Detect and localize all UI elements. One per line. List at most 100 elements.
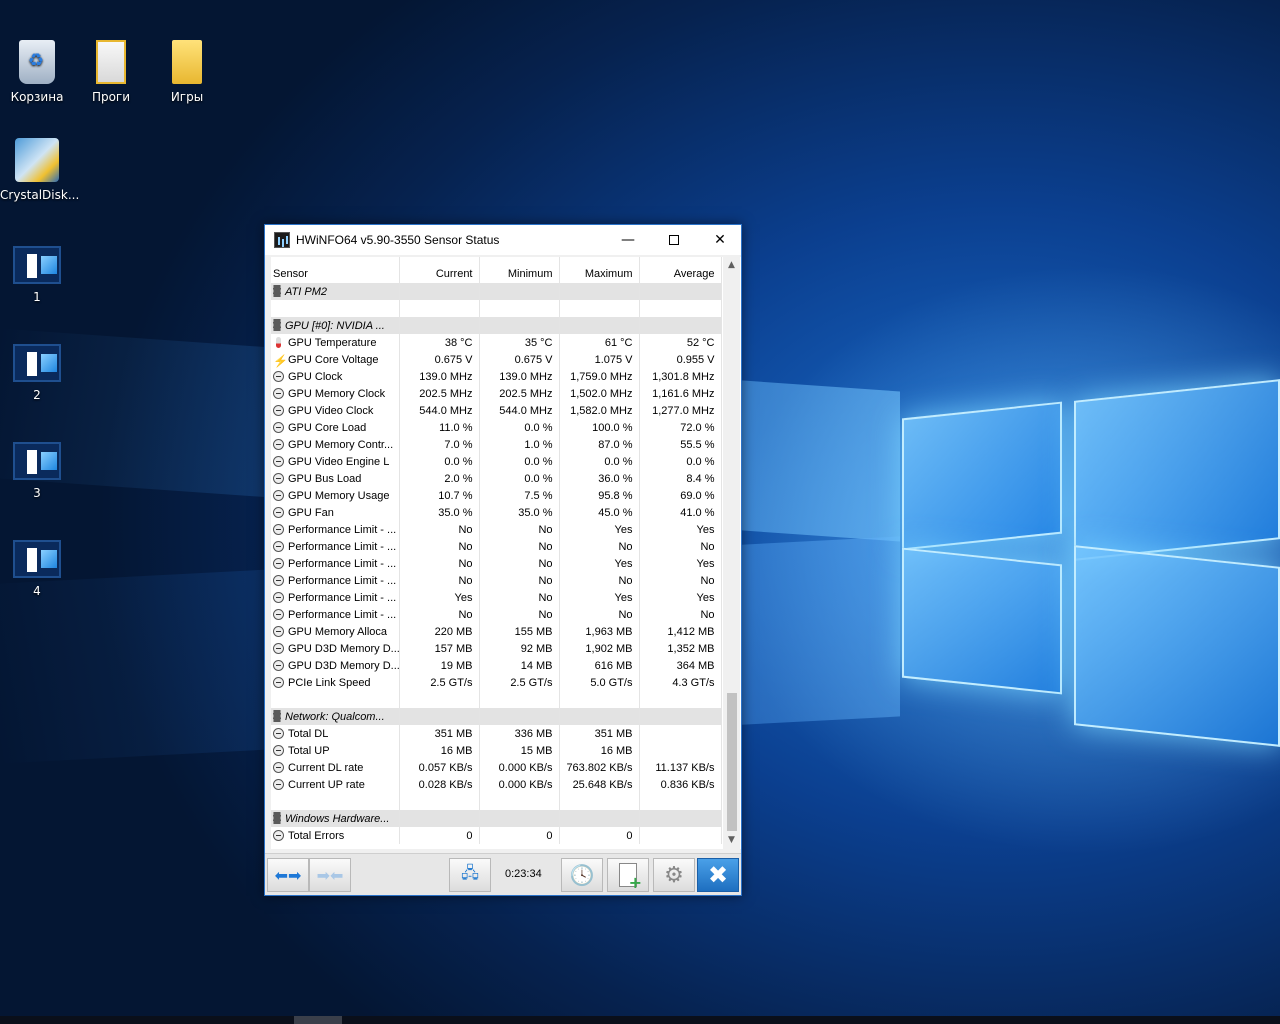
- maximum-cell: [559, 283, 640, 300]
- desktop-icon-desktop-3[interactable]: 3: [0, 442, 74, 500]
- sensor-group-row[interactable]: GPU [#0]: NVIDIA ...: [271, 317, 722, 334]
- average-cell: [639, 827, 722, 844]
- table-row[interactable]: Performance Limit - ... No No No No: [271, 572, 722, 589]
- table-row[interactable]: GPU Memory Alloca 220 MB 155 MB 1,963 MB 1,4…: [271, 623, 722, 640]
- desktop-icon-desktop-2[interactable]: 2: [0, 344, 74, 402]
- scrollbar-thumb[interactable]: [727, 693, 737, 831]
- table-row[interactable]: GPU Video Engine L 0.0 % 0.0 % 0.0 % 0.0 %: [271, 453, 722, 470]
- expand-button[interactable]: ⬅➡: [267, 858, 309, 892]
- cell-text: 72.0 %: [680, 421, 715, 434]
- sensor-group-row[interactable]: ATI PM2: [271, 283, 722, 300]
- scroll-down-arrow-icon[interactable]: ▼: [723, 832, 740, 849]
- table-row[interactable]: ⚡GPU Core Voltage 0.675 V 0.675 V 1.075 V 0.…: [271, 351, 722, 368]
- desktop-icon-igry[interactable]: Игры: [150, 40, 224, 104]
- table-row[interactable]: Current DL rate 0.057 KB/s 0.000 KB/s 763.8…: [271, 759, 722, 776]
- settings-button[interactable]: ⚙: [653, 858, 695, 892]
- minimum-cell: 202.5 MHz: [479, 385, 560, 402]
- scroll-up-arrow-icon[interactable]: ▲: [723, 257, 740, 274]
- maximum-cell: 16 MB: [559, 742, 640, 759]
- cell-text: 35.0 %: [438, 506, 473, 519]
- cell-text: 1,277.0 MHz: [652, 404, 715, 417]
- current-cell: 0: [399, 827, 480, 844]
- collapse-arrows-icon: ➡⬅: [316, 865, 344, 885]
- sensor-group-row[interactable]: Network: Qualcom...: [271, 708, 722, 725]
- cell-text: GPU Core Voltage: [288, 353, 379, 366]
- minimize-button[interactable]: —: [605, 225, 651, 255]
- cell-text: 336 MB: [514, 727, 553, 740]
- column-header-maximum[interactable]: Maximum: [559, 257, 640, 283]
- sensor-name-cell: Total UP: [271, 742, 400, 759]
- maximize-button[interactable]: [651, 225, 697, 255]
- maximum-cell: 616 MB: [559, 657, 640, 674]
- table-row[interactable]: GPU Memory Clock 202.5 MHz 202.5 MHz 1,502.…: [271, 385, 722, 402]
- reset-clock-button[interactable]: 🕓: [561, 858, 603, 892]
- table-row[interactable]: GPU D3D Memory D... 157 MB 92 MB 1,902 MB 1,…: [271, 640, 722, 657]
- maximum-cell: 1.075 V: [559, 351, 640, 368]
- table-row[interactable]: Total DL 351 MB 336 MB 351 MB: [271, 725, 722, 742]
- cell-text: 61 °C: [604, 336, 633, 349]
- cell-text: 38 °C: [444, 336, 473, 349]
- cell-text: 139.0 MHz: [419, 370, 473, 383]
- minimum-cell: 35 °C: [479, 334, 560, 351]
- table-row[interactable]: GPU Temperature 38 °C 35 °C 61 °C 52 °C: [271, 334, 722, 351]
- title-bar[interactable]: HWiNFO64 v5.90-3550 Sensor Status — ✕: [265, 225, 741, 255]
- table-row[interactable]: Performance Limit - ... No No No No: [271, 538, 722, 555]
- taskbar-active-item[interactable]: [294, 1016, 342, 1024]
- sensor-group-row[interactable]: Windows Hardware...: [271, 810, 722, 827]
- network-button[interactable]: 🖧: [449, 858, 491, 892]
- sensor-name-cell: Performance Limit - ...: [271, 555, 400, 572]
- minimum-cell: [479, 691, 560, 708]
- gauge-icon: [273, 829, 284, 841]
- table-row[interactable]: GPU Clock 139.0 MHz 139.0 MHz 1,759.0 MHz 1,…: [271, 368, 722, 385]
- cell-text: 2.5 GT/s: [510, 676, 553, 689]
- table-row[interactable]: GPU Video Clock 544.0 MHz 544.0 MHz 1,582.0…: [271, 402, 722, 419]
- maximum-cell: 763.802 KB/s: [559, 759, 640, 776]
- column-header-current[interactable]: Current: [399, 257, 480, 283]
- collapse-button[interactable]: ➡⬅: [309, 858, 351, 892]
- current-cell: [399, 317, 480, 334]
- cell-text: 0.955 V: [676, 353, 715, 366]
- gauge-icon: [273, 557, 284, 569]
- column-header-average[interactable]: Average: [639, 257, 722, 283]
- desktop-icon-desktop-1[interactable]: 1: [0, 246, 74, 304]
- table-row[interactable]: Performance Limit - ... No No Yes Yes: [271, 521, 722, 538]
- table-row[interactable]: GPU D3D Memory D... 19 MB 14 MB 616 MB 364 M…: [271, 657, 722, 674]
- table-row[interactable]: Total Errors 0 0 0: [271, 827, 722, 844]
- table-row[interactable]: GPU Fan 35.0 % 35.0 % 45.0 % 41.0 %: [271, 504, 722, 521]
- virtual-desktop-icon: [13, 246, 61, 284]
- close-button[interactable]: ✕: [697, 225, 743, 255]
- cell-text: No: [700, 540, 715, 553]
- minimum-cell: [479, 300, 560, 317]
- table-row[interactable]: PCIe Link Speed 2.5 GT/s 2.5 GT/s 5.0 GT/s 4…: [271, 674, 722, 691]
- table-row[interactable]: Total UP 16 MB 15 MB 16 MB: [271, 742, 722, 759]
- desktop-icon-desktop-4[interactable]: 4: [0, 540, 74, 598]
- column-header-minimum[interactable]: Minimum: [479, 257, 560, 283]
- cell-text: 14 MB: [520, 659, 553, 672]
- maximum-cell: No: [559, 538, 640, 555]
- table-row[interactable]: Performance Limit - ... No No No No: [271, 606, 722, 623]
- table-row[interactable]: Performance Limit - ... Yes No Yes Yes: [271, 589, 722, 606]
- desktop-icon-label: CrystalDisk...: [0, 188, 80, 202]
- gauge-icon: [273, 421, 284, 433]
- cell-text: 35 °C: [524, 336, 553, 349]
- cell-text: 1,582.0 MHz: [570, 404, 633, 417]
- desktop-icon-progi[interactable]: Проги: [74, 40, 148, 104]
- column-header-sensor[interactable]: Sensor: [271, 257, 400, 283]
- log-button[interactable]: [607, 858, 649, 892]
- cell-text: 202.5 MHz: [499, 387, 553, 400]
- desktop-icon-recycle-bin[interactable]: Корзина: [0, 40, 74, 104]
- table-row[interactable]: GPU Core Load 11.0 % 0.0 % 100.0 % 72.0 %: [271, 419, 722, 436]
- vertical-scrollbar[interactable]: ▲ ▼: [723, 257, 740, 849]
- table-row[interactable]: GPU Bus Load 2.0 % 0.0 % 36.0 % 8.4 %: [271, 470, 722, 487]
- close-sensors-button[interactable]: ✖: [697, 858, 739, 892]
- table-row[interactable]: GPU Memory Contr... 7.0 % 1.0 % 87.0 % 55.5 …: [271, 436, 722, 453]
- table-row[interactable]: GPU Memory Usage 10.7 % 7.5 % 95.8 % 69.0 %: [271, 487, 722, 504]
- windows-logo-pane: [1074, 379, 1280, 561]
- average-cell: No: [639, 606, 722, 623]
- cell-text: 5.0 GT/s: [590, 676, 633, 689]
- cell-text: 155 MB: [514, 625, 553, 638]
- table-row[interactable]: Performance Limit - ... No No Yes Yes: [271, 555, 722, 572]
- table-row[interactable]: Current UP rate 0.028 KB/s 0.000 KB/s 25.64…: [271, 776, 722, 793]
- minimum-cell: No: [479, 589, 560, 606]
- desktop-icon-crystaldisk[interactable]: CrystalDisk...: [0, 138, 79, 202]
